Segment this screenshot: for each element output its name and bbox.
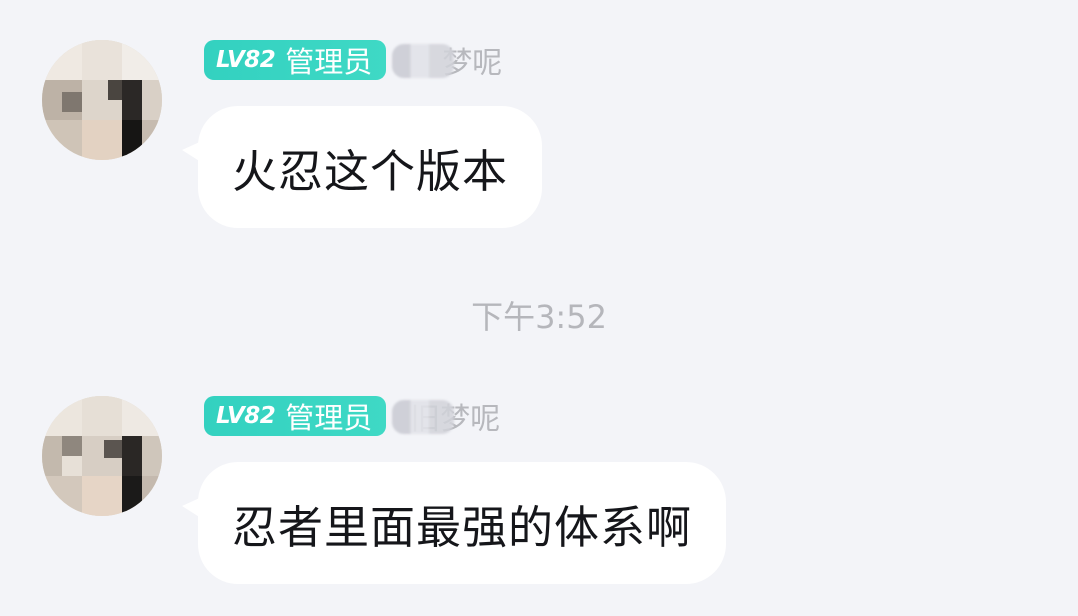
chat-message: LV82 管理员 梦呢 火忍这个版本 bbox=[0, 0, 1078, 228]
pixelated-avatar-icon bbox=[42, 40, 162, 160]
badge-level: LV82 bbox=[216, 47, 276, 73]
username-mosaic bbox=[392, 44, 455, 78]
badge-role: 管理员 bbox=[285, 45, 373, 79]
pixelated-avatar-icon bbox=[42, 396, 162, 516]
username-container[interactable]: 梦呢 bbox=[392, 40, 502, 81]
level-badge: LV82 管理员 bbox=[204, 396, 387, 436]
badge-level: LV82 bbox=[216, 403, 276, 429]
bubble-tail bbox=[182, 140, 204, 164]
timestamp: 下午3:52 bbox=[471, 298, 607, 336]
bubble-tail bbox=[182, 496, 204, 520]
message-bubble[interactable]: 忍者里面最强的体系啊 bbox=[182, 462, 727, 584]
message-text: 火忍这个版本 bbox=[232, 144, 509, 198]
badge-role: 管理员 bbox=[285, 401, 373, 435]
message-bubble[interactable]: 火忍这个版本 bbox=[182, 106, 543, 228]
chat-message: LV82 管理员 旧梦呢 忍者里面最强的体系啊 bbox=[0, 356, 1078, 584]
message-text: 忍者里面最强的体系啊 bbox=[232, 500, 693, 554]
avatar[interactable] bbox=[42, 40, 162, 160]
avatar[interactable] bbox=[42, 396, 162, 516]
username-container[interactable]: 旧梦呢 bbox=[392, 396, 500, 437]
message-header: LV82 管理员 旧梦呢 bbox=[204, 396, 500, 437]
message-header: LV82 管理员 梦呢 bbox=[204, 40, 502, 81]
chat-window: LV82 管理员 梦呢 火忍这个版本 下午3:52 LV82 管理员 旧梦呢 忍… bbox=[0, 0, 1078, 616]
username-mosaic bbox=[392, 400, 455, 434]
level-badge: LV82 管理员 bbox=[204, 40, 387, 80]
